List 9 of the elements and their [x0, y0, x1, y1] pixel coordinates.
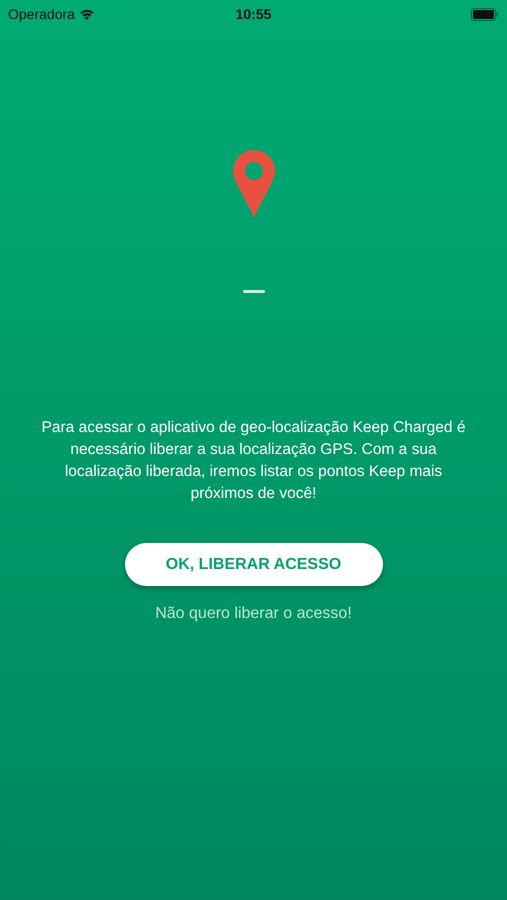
- dash-icon: [242, 290, 264, 293]
- decline-link[interactable]: Não quero liberar o acesso!: [155, 602, 352, 626]
- carrier-name: Operadora: [8, 4, 75, 24]
- allow-access-button[interactable]: OK, LIBERAR ACESSO: [124, 543, 382, 586]
- permission-message: Para acessar o aplicativo de geo-localização Keep Charged é necessário liberar a sua localização GPS. Com a sua localização liberada, iremos listar os pontos Keep mais próximos de você!: [40, 418, 466, 504]
- clock-time: 10:55: [236, 4, 272, 24]
- battery-icon: [471, 8, 499, 20]
- location-pin-icon: [232, 150, 274, 218]
- wifi-icon: [78, 8, 95, 20]
